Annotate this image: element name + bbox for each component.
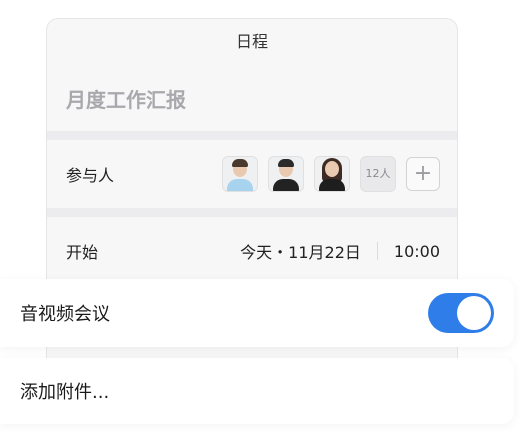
start-time[interactable]: 10:00 bbox=[394, 242, 440, 261]
start-date[interactable]: 今天・11月22日 bbox=[240, 239, 361, 263]
participants-row[interactable]: 参与人 12人 + bbox=[47, 140, 457, 208]
video-meeting-toggle[interactable] bbox=[428, 293, 494, 333]
participants-label: 参与人 bbox=[66, 166, 115, 185]
event-title[interactable]: 月度工作汇报 bbox=[47, 65, 457, 131]
add-attachment-row[interactable]: 添加附件... bbox=[0, 358, 514, 424]
start-label: 开始 bbox=[66, 243, 99, 262]
participant-count-badge[interactable]: 12人 bbox=[360, 156, 396, 192]
add-attachment-label: 添加附件... bbox=[20, 382, 110, 403]
avatar[interactable] bbox=[314, 156, 350, 192]
video-meeting-label: 音视频会议 bbox=[20, 304, 110, 325]
participant-avatars: 12人 + bbox=[222, 156, 440, 192]
avatar[interactable] bbox=[268, 156, 304, 192]
avatar[interactable] bbox=[222, 156, 258, 192]
video-meeting-row[interactable]: 音视频会议 bbox=[0, 279, 514, 347]
start-row[interactable]: 开始 今天・11月22日 10:00 bbox=[47, 217, 457, 285]
section-divider bbox=[47, 208, 457, 217]
toggle-knob bbox=[457, 296, 491, 330]
section-divider bbox=[47, 131, 457, 140]
divider bbox=[376, 242, 378, 260]
add-participant-button[interactable]: + bbox=[406, 157, 440, 191]
card-header-title: 日程 bbox=[235, 32, 268, 51]
